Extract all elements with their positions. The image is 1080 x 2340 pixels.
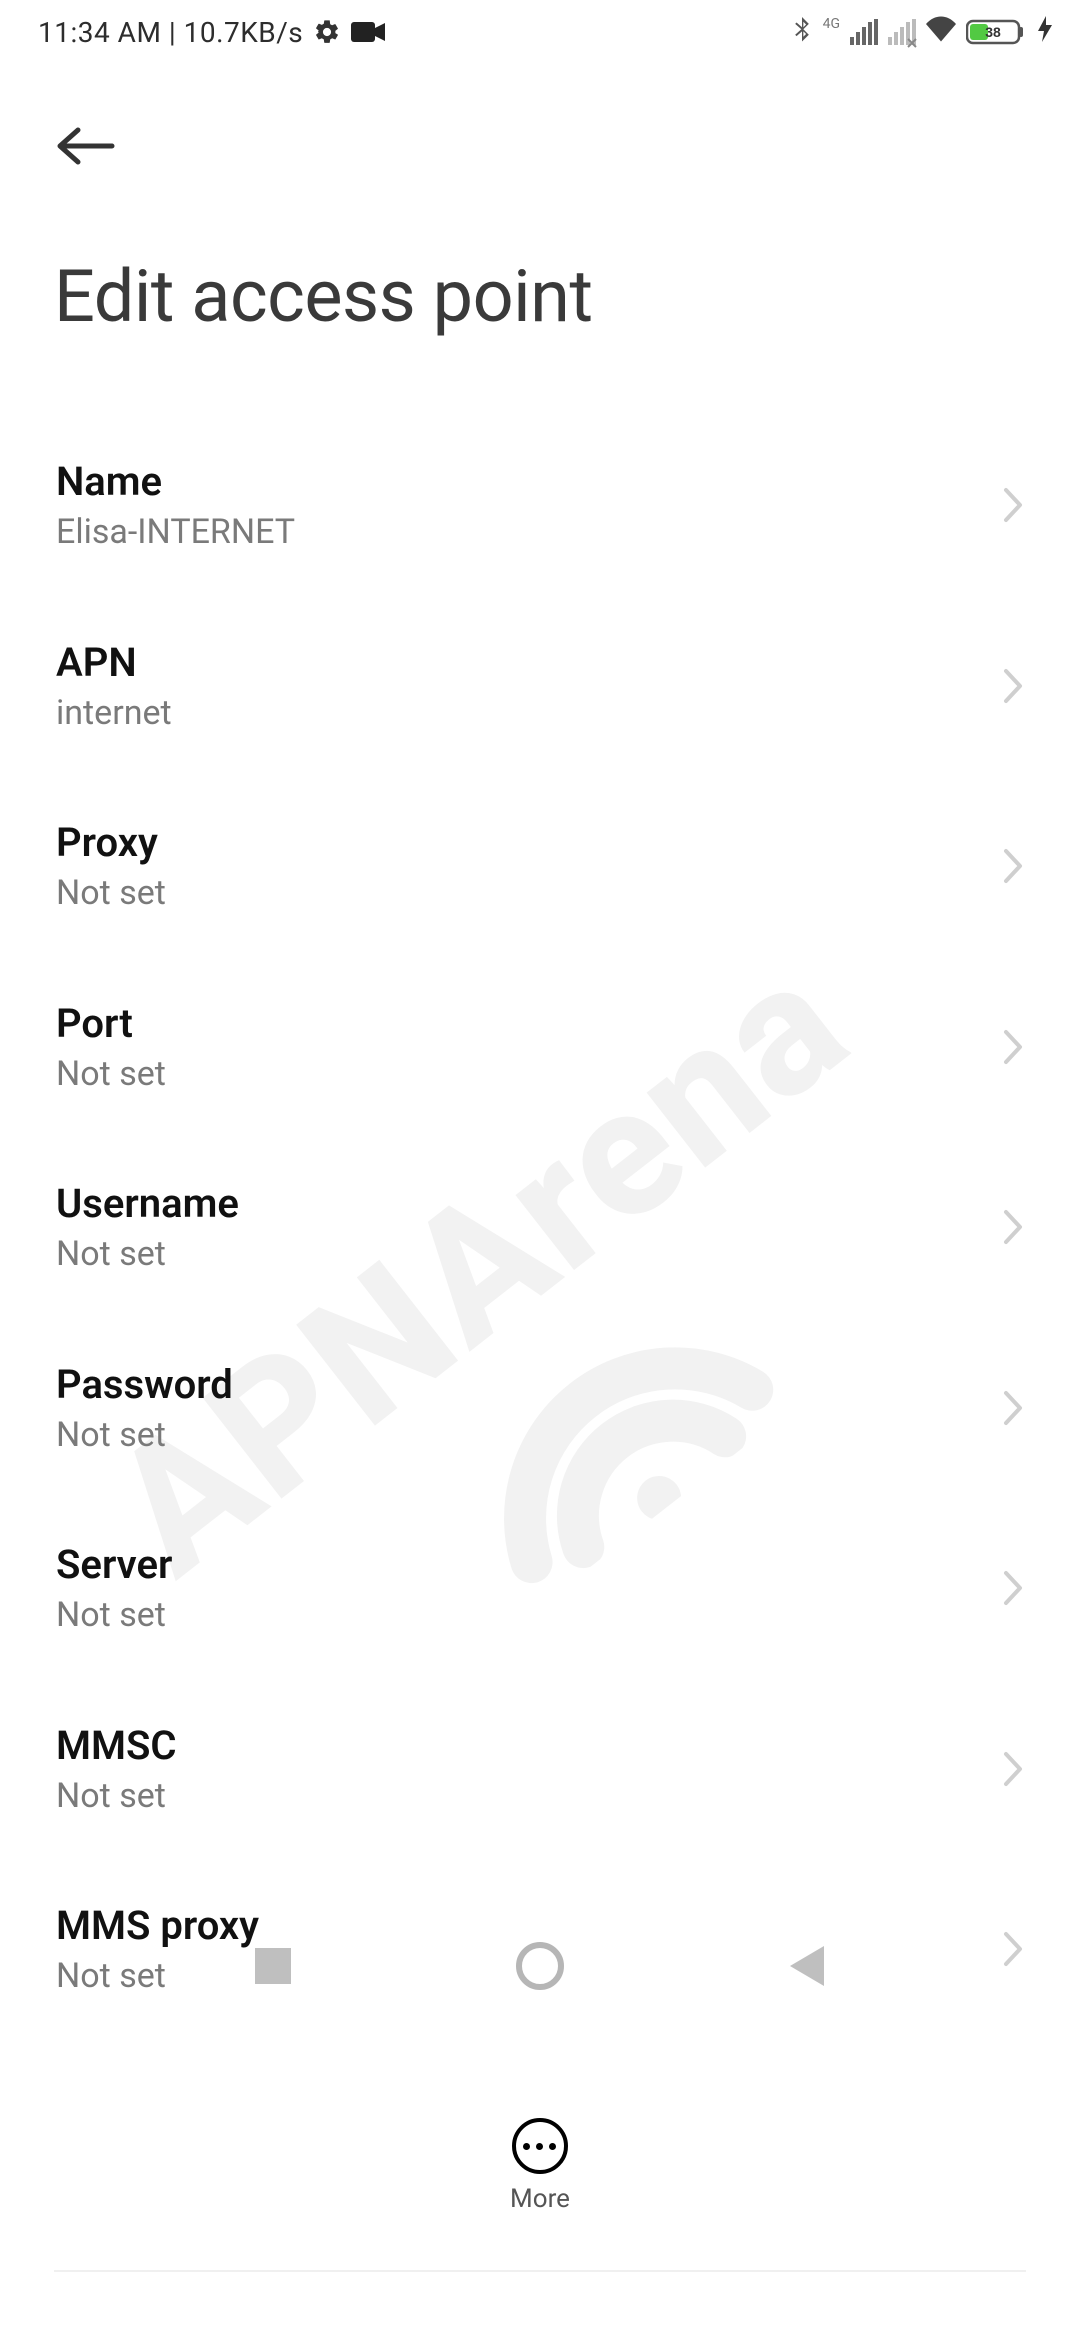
item-label: Proxy xyxy=(56,818,1002,868)
apn-item-port[interactable]: Port Not set xyxy=(0,957,1080,1138)
apn-item-password[interactable]: Password Not set xyxy=(0,1318,1080,1499)
item-value: Not set xyxy=(56,1233,1002,1276)
status-right: 4G 38 xyxy=(791,16,1052,49)
item-label: APN xyxy=(56,638,1002,688)
battery-icon: 38 xyxy=(966,17,1028,47)
chevron-right-icon xyxy=(1002,847,1024,885)
item-value: Not set xyxy=(56,1414,1002,1457)
chevron-right-icon xyxy=(1002,1028,1024,1066)
apn-item-server[interactable]: Server Not set xyxy=(0,1498,1080,1679)
triangle-left-icon xyxy=(790,1946,824,1986)
status-bar: 11:34 AM | 10.7KB/s 4G xyxy=(0,0,1080,64)
chevron-right-icon xyxy=(1002,1389,1024,1427)
bottom-separator xyxy=(54,2270,1026,2272)
navigation-bar xyxy=(0,1934,1080,1998)
bottom-actions: More xyxy=(0,2118,1080,2214)
status-time-text: 11:34 AM xyxy=(38,16,161,49)
page-title: Edit access point xyxy=(54,254,1026,339)
more-icon xyxy=(512,2118,568,2174)
nav-recents-button[interactable] xyxy=(233,1936,313,1996)
nav-home-button[interactable] xyxy=(500,1936,580,1996)
header: Edit access point xyxy=(0,64,1080,339)
gear-icon xyxy=(313,18,341,46)
status-sep: | xyxy=(161,16,183,49)
network-4g-badge: 4G xyxy=(823,16,840,32)
chevron-right-icon xyxy=(1002,1208,1024,1246)
apn-settings-list: Name Elisa-INTERNET APN internet Proxy N… xyxy=(0,415,1080,1998)
square-icon xyxy=(255,1948,291,1984)
svg-text:38: 38 xyxy=(985,24,1001,40)
apn-item-username[interactable]: Username Not set xyxy=(0,1137,1080,1318)
signal-strong-icon xyxy=(850,19,878,45)
status-left: 11:34 AM | 10.7KB/s xyxy=(38,16,385,49)
signal-weak-icon xyxy=(888,19,916,45)
chevron-right-icon xyxy=(1002,667,1024,705)
back-button[interactable] xyxy=(54,114,118,178)
item-value: Not set xyxy=(56,1775,1002,1818)
apn-item-mmsc[interactable]: MMSC Not set xyxy=(0,1679,1080,1860)
bluetooth-icon xyxy=(791,17,813,47)
item-value: Not set xyxy=(56,872,1002,915)
item-label: MMSC xyxy=(56,1721,1002,1771)
video-icon xyxy=(351,20,385,44)
item-value: Elisa-INTERNET xyxy=(56,511,1002,554)
apn-item-apn[interactable]: APN internet xyxy=(0,596,1080,777)
item-label: Port xyxy=(56,999,1002,1049)
more-label: More xyxy=(510,2184,570,2214)
arrow-left-icon xyxy=(56,126,116,166)
status-speed: 10.7KB/s xyxy=(184,16,304,49)
charging-icon xyxy=(1038,16,1052,49)
item-value: Not set xyxy=(56,1594,1002,1637)
wifi-icon xyxy=(926,16,956,49)
item-value: Not set xyxy=(56,1053,1002,1096)
nav-back-button[interactable] xyxy=(767,1936,847,1996)
apn-item-proxy[interactable]: Proxy Not set xyxy=(0,776,1080,957)
item-label: Name xyxy=(56,457,1002,507)
item-label: Server xyxy=(56,1540,1002,1590)
chevron-right-icon xyxy=(1002,1750,1024,1788)
chevron-right-icon xyxy=(1002,1569,1024,1607)
chevron-right-icon xyxy=(1002,486,1024,524)
apn-item-name[interactable]: Name Elisa-INTERNET xyxy=(0,415,1080,596)
item-label: Username xyxy=(56,1179,1002,1229)
status-time: 11:34 AM | 10.7KB/s xyxy=(38,16,303,49)
item-label: Password xyxy=(56,1360,1002,1410)
item-value: internet xyxy=(56,692,1002,735)
circle-icon xyxy=(516,1942,564,1990)
more-button[interactable]: More xyxy=(510,2118,570,2214)
